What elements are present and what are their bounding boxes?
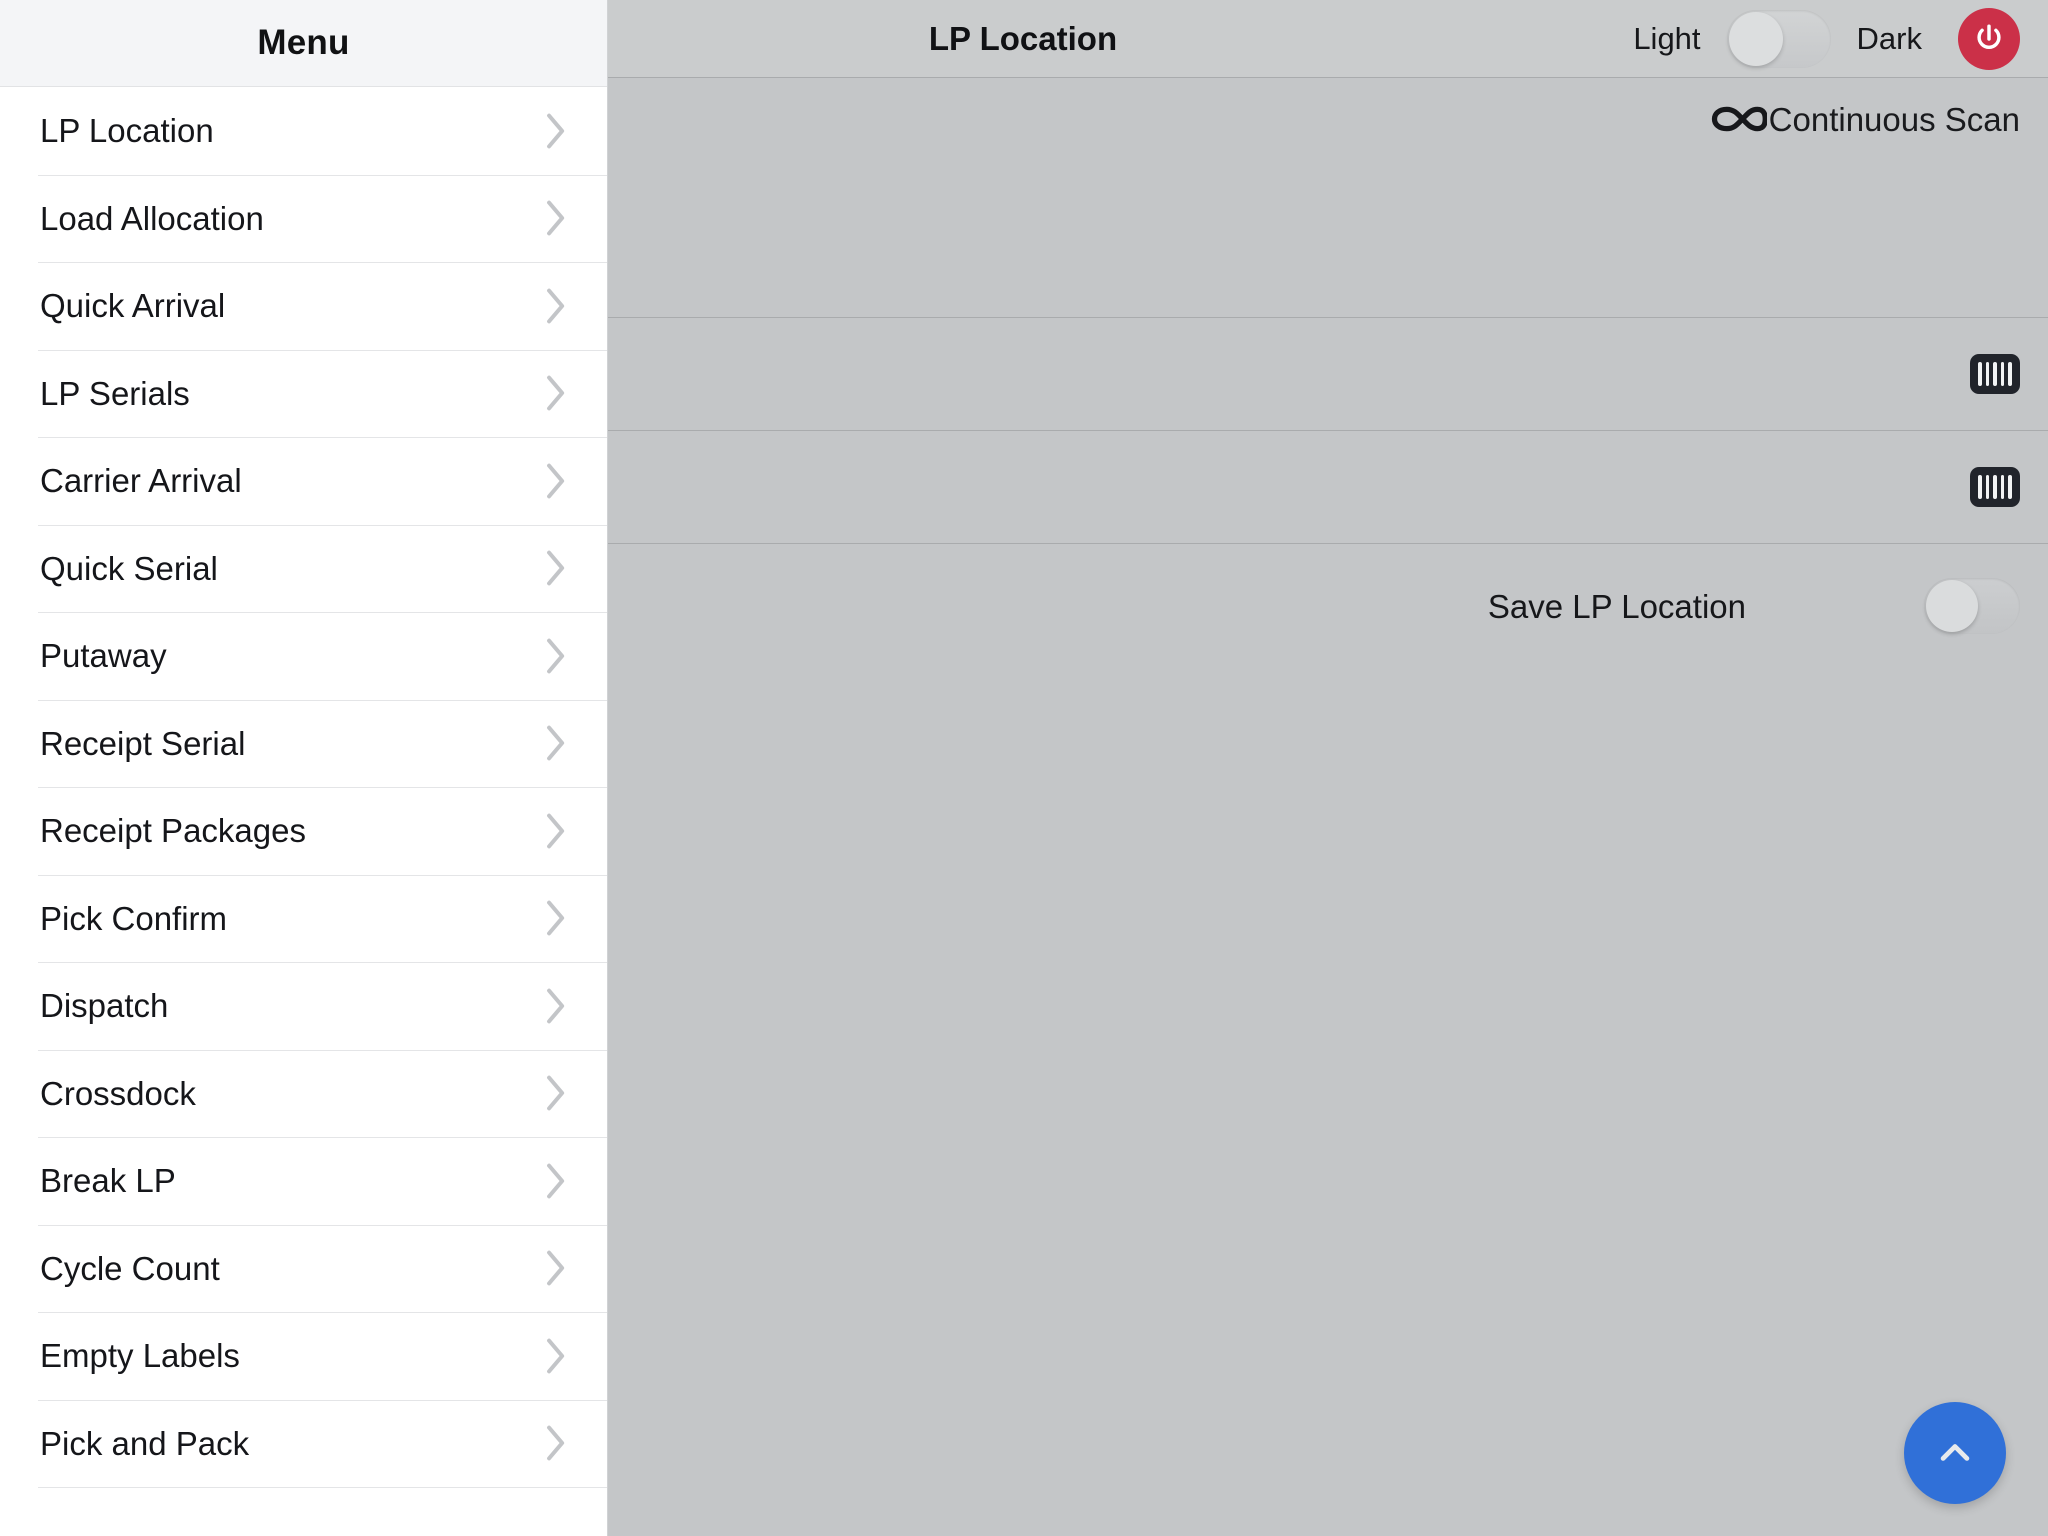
theme-toggle-knob	[1728, 11, 1783, 66]
power-icon	[1977, 24, 2001, 49]
barcode-bar	[1978, 362, 1982, 386]
sidebar-item-dispatch[interactable]: Dispatch	[0, 962, 607, 1050]
chevron-right-icon	[543, 1073, 569, 1113]
chevron-right-icon	[543, 898, 569, 938]
save-lp-location-row: Save LP Location	[608, 544, 2048, 668]
sidebar-item-pick-and-pack[interactable]: Pick and Pack	[0, 1399, 607, 1487]
sidebar-item-label: Putaway	[40, 637, 167, 675]
barcode-bar	[2008, 475, 2012, 499]
chevron-right-icon	[543, 636, 569, 676]
sidebar-item-label: Carrier Arrival	[40, 462, 242, 500]
dark-theme-label: Dark	[1856, 21, 1922, 56]
chevron-right-icon	[543, 286, 569, 326]
light-theme-label: Light	[1633, 21, 1701, 56]
chevron-right-icon	[543, 111, 569, 151]
sidebar-item-label: Receipt Packages	[40, 812, 306, 850]
chevron-right-icon	[543, 548, 569, 588]
sidebar-header-title: Menu	[257, 23, 350, 62]
barcode-bar	[2001, 475, 2004, 499]
sidebar-header: Menu	[0, 0, 607, 87]
sidebar-item-break-lp[interactable]: Break LP	[0, 1137, 607, 1225]
sidebar-item-cycle-count[interactable]: Cycle Count	[0, 1224, 607, 1312]
sidebar-item-label: Empty Labels	[40, 1337, 240, 1375]
sidebar: Menu LP Location Load Allocation Quick Arr…	[0, 0, 608, 1536]
scroll-up-fab[interactable]	[1904, 1402, 2006, 1504]
chevron-right-icon	[543, 373, 569, 413]
chevron-right-icon	[543, 723, 569, 763]
sidebar-item-quick-serial[interactable]: Quick Serial	[0, 524, 607, 612]
sidebar-item-label: Cycle Count	[40, 1249, 220, 1287]
sidebar-item-label: Load Allocation	[40, 199, 264, 237]
infinity-icon	[1711, 106, 1767, 132]
sidebar-item-lp-serials[interactable]: LP Serials	[0, 349, 607, 437]
topbar: LP Location Light Dark	[608, 0, 2048, 77]
topbar-controls: Light Dark	[1633, 7, 2020, 70]
sidebar-item-putaway[interactable]: Putaway	[0, 612, 607, 700]
form-area: Continuous Scan Save LP Location	[608, 77, 2048, 1536]
location-field-row	[608, 431, 2048, 544]
sidebar-item-quick-arrival[interactable]: Quick Arrival	[0, 262, 607, 350]
sidebar-item-label: LP Location	[40, 112, 214, 150]
chevron-up-icon	[1940, 1444, 1970, 1461]
location-field-input[interactable]	[636, 431, 1970, 543]
sidebar-item-receipt-serial[interactable]: Receipt Serial	[0, 699, 607, 787]
sidebar-item-label: Quick Arrival	[40, 287, 226, 325]
save-lp-location-toggle[interactable]	[1924, 578, 2020, 634]
lp-barcode-scan-button[interactable]	[1970, 354, 2020, 394]
chevron-right-icon	[543, 461, 569, 501]
barcode-bar	[1978, 475, 1982, 499]
chevron-right-icon	[543, 1161, 569, 1201]
sidebar-item-label: Break LP	[40, 1162, 176, 1200]
main-panel: LP Location Light Dark Continuous Scan S…	[608, 0, 2048, 1536]
power-button[interactable]	[1958, 7, 2020, 70]
barcode-bar	[2001, 362, 2004, 386]
continuous-scan-toggle[interactable]: Continuous Scan	[1711, 96, 2020, 142]
chevron-right-icon	[543, 1336, 569, 1376]
chevron-right-icon	[543, 986, 569, 1026]
save-lp-location-toggle-knob	[1926, 580, 1978, 632]
sidebar-item-pick-confirm[interactable]: Pick Confirm	[0, 874, 607, 962]
sidebar-item-load-allocation[interactable]: Load Allocation	[0, 174, 607, 262]
barcode-bar	[2008, 362, 2012, 386]
location-barcode-scan-button[interactable]	[1970, 467, 2020, 507]
lp-field-input[interactable]	[636, 318, 1970, 430]
theme-toggle-switch[interactable]	[1726, 9, 1831, 68]
sidebar-item-label: Pick and Pack	[40, 1424, 250, 1462]
sidebar-item-empty-labels[interactable]: Empty Labels	[0, 1312, 607, 1400]
sidebar-item-lp-location[interactable]: LP Location	[0, 87, 607, 175]
app-root: Menu LP Location Load Allocation Quick Arr…	[0, 0, 2048, 1536]
chevron-right-icon	[543, 198, 569, 238]
barcode-bar	[1986, 475, 1989, 499]
sidebar-item-label: LP Serials	[40, 374, 190, 412]
barcode-bar	[1993, 475, 1997, 499]
sidebar-item-label: Receipt Serial	[40, 724, 246, 762]
sidebar-item-label: Quick Serial	[40, 549, 218, 587]
sidebar-item-receipt-packages[interactable]: Receipt Packages	[0, 787, 607, 875]
continuous-scan-row: Continuous Scan	[608, 78, 2048, 318]
sidebar-item-label: Dispatch	[40, 987, 169, 1025]
sidebar-item-label: Pick Confirm	[40, 899, 228, 937]
barcode-bar	[1993, 362, 1997, 386]
sidebar-menu-list: LP Location Load Allocation Quick Arrival L…	[0, 87, 607, 1488]
chevron-right-icon	[543, 1423, 569, 1463]
continuous-scan-label: Continuous Scan	[1768, 100, 2020, 138]
barcode-bar	[1986, 362, 1989, 386]
save-lp-location-label: Save LP Location	[1487, 587, 1746, 625]
sidebar-item-carrier-arrival[interactable]: Carrier Arrival	[0, 437, 607, 525]
sidebar-item-crossdock[interactable]: Crossdock	[0, 1049, 607, 1137]
lp-field-row	[608, 318, 2048, 431]
chevron-right-icon	[543, 811, 569, 851]
chevron-right-icon	[543, 1248, 569, 1288]
sidebar-item-label: Crossdock	[40, 1074, 196, 1112]
